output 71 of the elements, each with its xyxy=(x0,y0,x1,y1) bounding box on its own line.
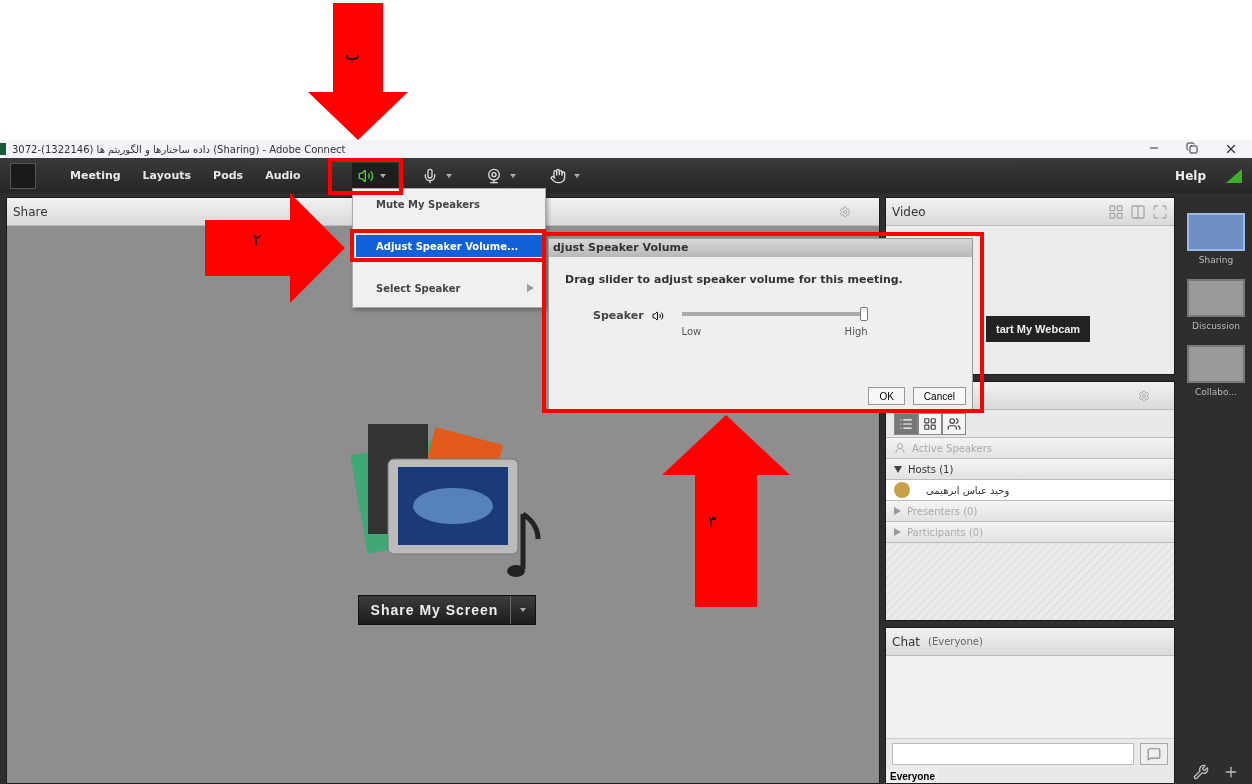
hand-icon xyxy=(550,167,566,184)
submenu-icon xyxy=(527,284,534,292)
pod-title: Video xyxy=(892,204,926,219)
dialog-title: djust Speaker Volume xyxy=(549,239,972,257)
pod-title: Chat xyxy=(892,634,921,649)
attendee-label: Hosts (1) xyxy=(908,463,954,475)
slider-min-label: Low xyxy=(681,326,702,337)
grid-view-icon[interactable] xyxy=(1108,203,1124,220)
menu-item[interactable]: Layouts xyxy=(142,169,192,182)
layout-thumbnail[interactable] xyxy=(1187,279,1245,317)
slider-max-label: High xyxy=(844,326,868,337)
slider-thumb[interactable] xyxy=(859,307,868,321)
add-icon[interactable] xyxy=(1223,764,1239,780)
avatar-icon xyxy=(894,482,910,498)
dialog-button[interactable]: OK xyxy=(868,387,905,405)
wrench-icon[interactable] xyxy=(1193,764,1209,780)
fullscreen-icon[interactable] xyxy=(1152,203,1168,220)
menu-item[interactable]: Select Speaker xyxy=(356,277,542,299)
help-menu[interactable]: Help xyxy=(1175,168,1206,183)
chat-input[interactable] xyxy=(892,743,1134,765)
chat-audience: (Everyone) xyxy=(928,636,983,647)
menu-item[interactable]: Pods xyxy=(213,169,244,182)
pod-options-icon[interactable] xyxy=(839,205,851,218)
close-icon[interactable] xyxy=(1224,142,1238,156)
attendee-row[interactable]: Hosts (1) xyxy=(886,459,1174,480)
arrow-label: ب xyxy=(345,45,361,64)
pod-title: Share xyxy=(13,204,48,219)
speech-bubble-icon xyxy=(1147,747,1161,761)
attendee-label: Active Speakers xyxy=(912,442,992,454)
filmstrip-view-icon[interactable] xyxy=(1130,203,1146,220)
arrow-label: ۳ xyxy=(708,512,717,531)
menu-item[interactable]: Audio xyxy=(265,169,301,182)
grid-icon xyxy=(923,416,937,431)
webcam-button[interactable]: tart My Webcam xyxy=(986,316,1091,342)
arrow-label: ۲ xyxy=(253,230,262,249)
chat-tab[interactable]: Everyone xyxy=(886,769,940,783)
attendee-label: وحید عباس ابرهیمی xyxy=(926,484,1010,496)
logo-icon xyxy=(10,162,36,189)
webcam-icon xyxy=(486,167,502,184)
menu-item[interactable]: Meeting xyxy=(70,169,121,182)
speaker-person-icon xyxy=(894,442,906,454)
attendee-label: Participants (0) xyxy=(907,526,984,538)
layout-label: Sharing xyxy=(1198,255,1234,265)
dialog-message: Drag slider to adjust speaker volume for this meeting. xyxy=(564,272,904,286)
menu-item[interactable]: Adjust Speaker Volume... xyxy=(356,235,542,257)
list-icon xyxy=(899,416,913,431)
speaker-icon xyxy=(358,167,374,184)
dialog-button[interactable]: Cancel xyxy=(912,387,966,405)
menu-item[interactable]: Mute My Speakers xyxy=(356,193,542,215)
layout-label: Collabo... xyxy=(1195,387,1237,397)
restore-icon[interactable] xyxy=(1186,142,1198,154)
send-button[interactable] xyxy=(1140,743,1168,765)
share-screen-button[interactable]: Share My Screen xyxy=(357,595,537,625)
grid-view-button[interactable] xyxy=(918,412,942,435)
expand-icon[interactable] xyxy=(894,465,902,473)
layout-thumbnail[interactable] xyxy=(1187,213,1245,251)
attendee-row[interactable]: وحید عباس ابرهیمی xyxy=(886,480,1174,501)
list-view-button[interactable] xyxy=(894,412,918,435)
role-view-button[interactable] xyxy=(942,412,966,435)
speaker-button[interactable] xyxy=(352,162,398,189)
people-icon xyxy=(947,416,961,431)
pod-options-icon[interactable] xyxy=(1138,389,1150,402)
attendee-label: Presenters (0) xyxy=(907,505,978,517)
signal-icon xyxy=(1226,168,1242,183)
app-icon xyxy=(0,143,6,155)
speaker-icon xyxy=(651,310,664,322)
window-title: 3072-(1322146) داده ساختارها و الگوریتم ها (Sharing) - Adobe Connect xyxy=(12,143,346,155)
layout-label: Discussion xyxy=(1192,321,1240,331)
microphone-icon xyxy=(422,167,438,184)
slider-label: Speaker xyxy=(593,309,644,322)
layout-thumbnail[interactable] xyxy=(1187,345,1245,383)
